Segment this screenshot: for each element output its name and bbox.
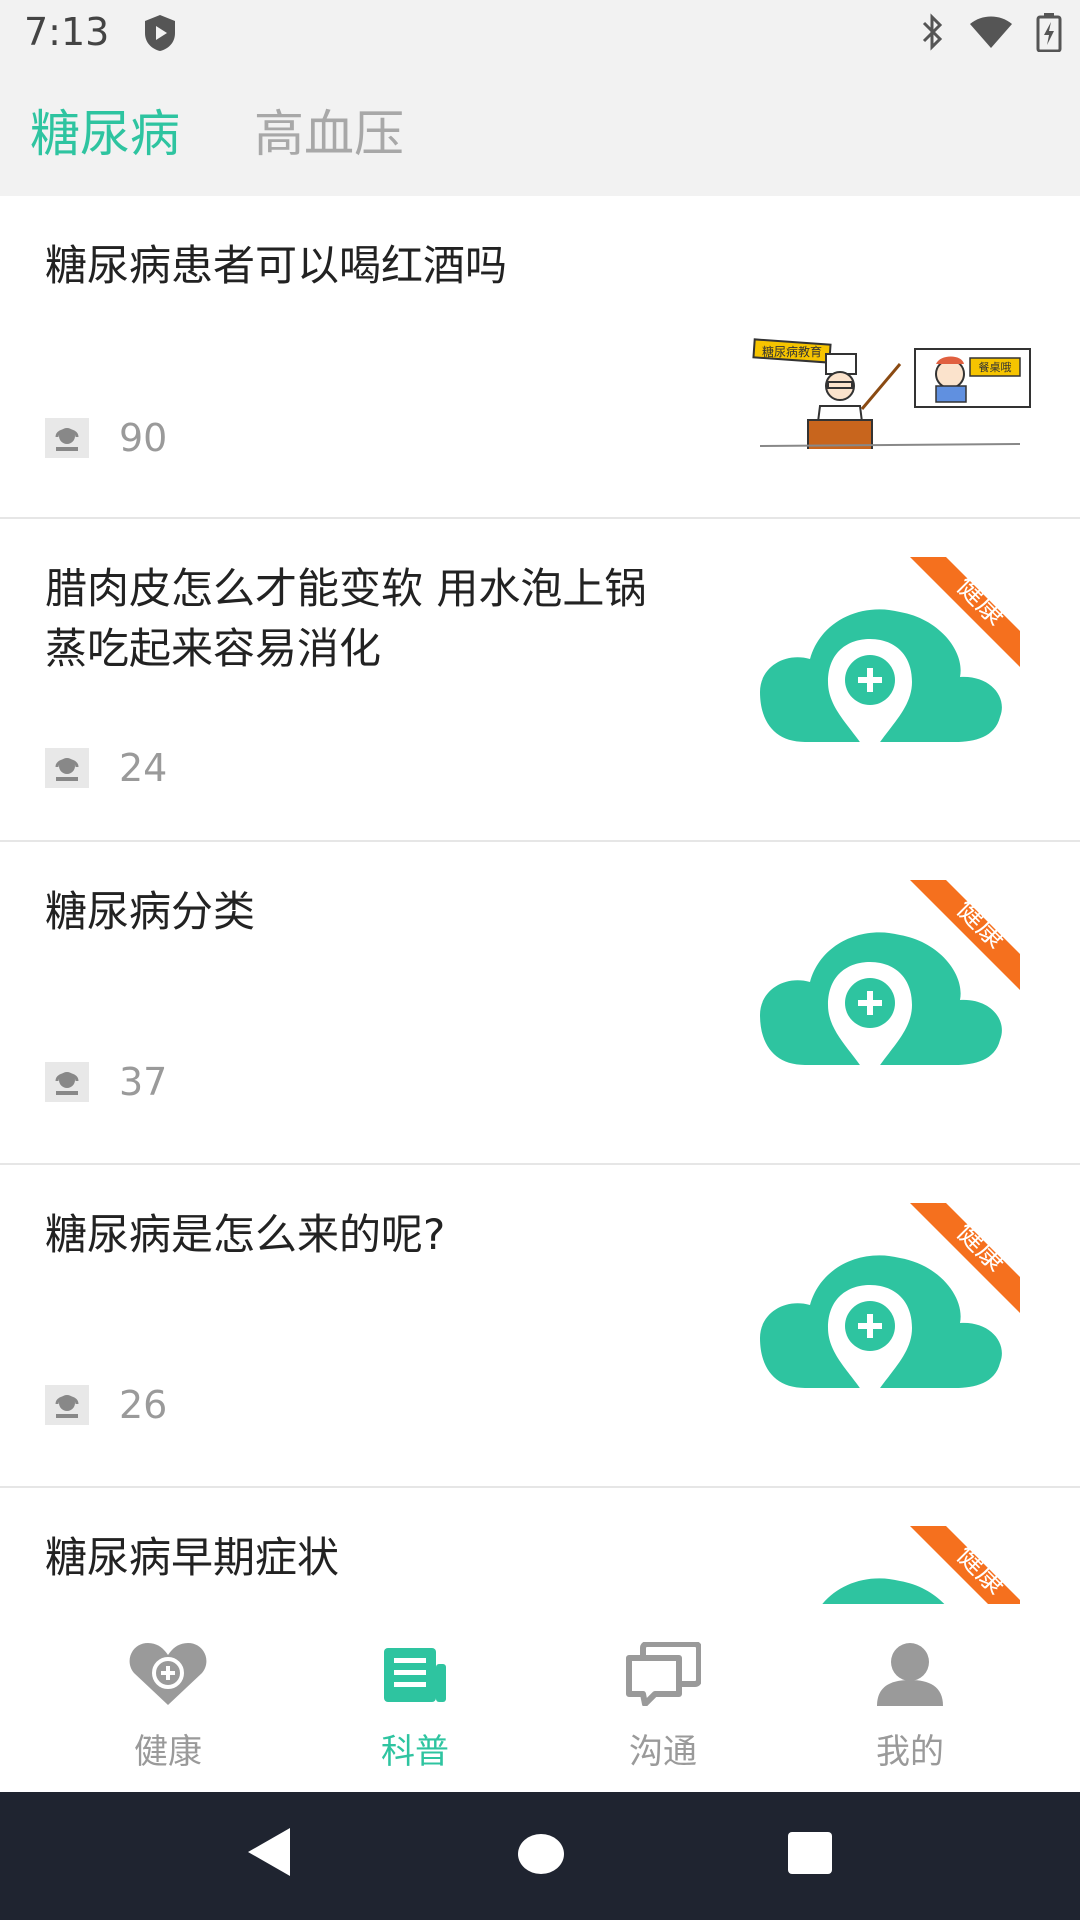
- home-icon[interactable]: [517, 1822, 565, 1886]
- nav-science[interactable]: 科普: [345, 1634, 485, 1773]
- listener-icon: [45, 1385, 89, 1425]
- chat-icon: [593, 1634, 733, 1714]
- article-card[interactable]: 糖尿病分类 37 健康: [0, 842, 1080, 1165]
- status-bar: 7:13: [0, 0, 1080, 66]
- person-icon: [840, 1634, 980, 1714]
- nav-label: 科普: [381, 1732, 449, 1772]
- listener-icon: [45, 748, 89, 788]
- view-count-row: 90: [45, 416, 167, 460]
- view-count-row: 24: [45, 746, 167, 790]
- recents-icon[interactable]: [786, 1822, 834, 1886]
- article-title: 糖尿病是怎么来的呢?: [45, 1210, 446, 1259]
- article-card[interactable]: 糖尿病患者可以喝红酒吗 90 糖尿病教育 餐桌哦: [0, 196, 1080, 519]
- newspaper-icon: [345, 1634, 485, 1714]
- article-list[interactable]: 糖尿病患者可以喝红酒吗 90 糖尿病教育 餐桌哦 腊肉皮怎么才能变软 用水泡上锅…: [0, 196, 1080, 1604]
- listener-icon: [45, 418, 89, 458]
- health-cloud-thumbnail: 健康: [750, 557, 1020, 772]
- back-icon[interactable]: [244, 1822, 292, 1886]
- article-thumbnail: 糖尿病教育 餐桌哦: [750, 234, 1031, 455]
- tab-hypertension[interactable]: 高血压: [254, 94, 404, 166]
- nav-health[interactable]: 健康: [98, 1634, 238, 1773]
- cartoon-sign-left: 糖尿病教育: [762, 344, 822, 359]
- view-count: 24: [119, 746, 168, 790]
- view-count: 90: [119, 416, 168, 460]
- article-title: 糖尿病患者可以喝红酒吗: [45, 241, 508, 290]
- nav-mine[interactable]: 我的: [840, 1634, 980, 1773]
- system-nav-bar: [0, 1792, 1080, 1920]
- view-count: 26: [119, 1383, 168, 1427]
- health-cloud-thumbnail: 健康: [750, 880, 1020, 1095]
- bluetooth-icon: [918, 12, 946, 56]
- nav-label: 沟通: [629, 1732, 697, 1772]
- battery-charging-icon: [1036, 12, 1062, 56]
- wifi-icon: [968, 14, 1014, 54]
- bottom-nav: 健康 科普 沟通 我的: [0, 1604, 1080, 1792]
- article-title: 腊肉皮怎么才能变软 用水泡上锅蒸吃起来容易消化: [45, 564, 647, 673]
- article-card[interactable]: 糖尿病早期症状 健康: [0, 1488, 1080, 1604]
- status-time: 7:13: [24, 10, 110, 54]
- article-card[interactable]: 腊肉皮怎么才能变软 用水泡上锅蒸吃起来容易消化 24 健康: [0, 519, 1080, 842]
- nav-label: 健康: [134, 1732, 202, 1772]
- nav-label: 我的: [876, 1732, 944, 1772]
- listener-icon: [45, 1062, 89, 1102]
- view-count-row: 37: [45, 1060, 167, 1104]
- cartoon-sign-right: 餐桌哦: [979, 360, 1012, 374]
- article-title: 糖尿病分类: [45, 887, 256, 936]
- health-cloud-thumbnail: 健康: [750, 1203, 1020, 1418]
- nav-communicate[interactable]: 沟通: [593, 1634, 733, 1773]
- heart-plus-icon: [98, 1634, 238, 1714]
- view-count-row: 26: [45, 1383, 167, 1427]
- category-tabs: 糖尿病 高血压: [0, 66, 1080, 196]
- view-count: 37: [119, 1060, 168, 1104]
- tab-diabetes[interactable]: 糖尿病: [30, 94, 180, 166]
- article-title: 糖尿病早期症状: [45, 1533, 340, 1582]
- shield-icon: [142, 13, 178, 57]
- article-card[interactable]: 糖尿病是怎么来的呢? 26 健康: [0, 1165, 1080, 1488]
- health-cloud-thumbnail: 健康: [750, 1526, 1020, 1604]
